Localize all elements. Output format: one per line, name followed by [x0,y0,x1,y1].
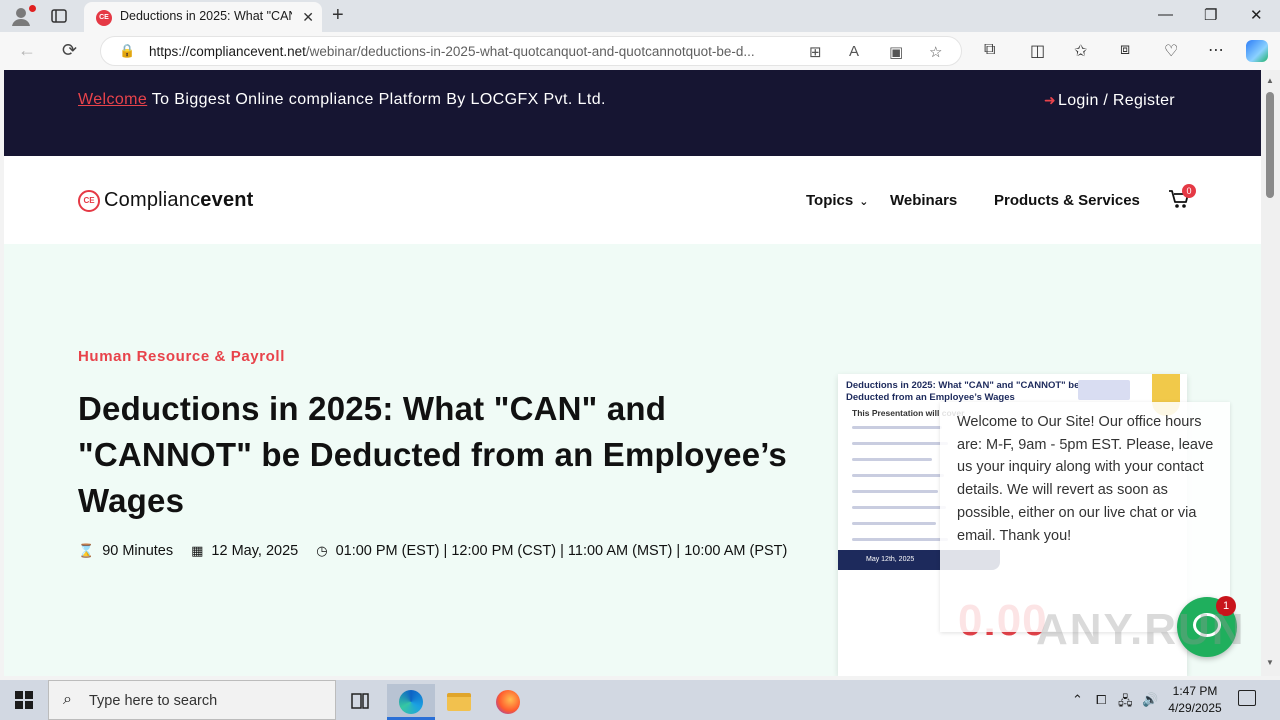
logo-text: Compliancevent [104,189,254,212]
url-text[interactable]: https://compliancevent.net/webinar/deduc… [149,44,799,59]
site-header: CE Compliancevent Topics ⌄ Webinars Produ… [4,156,1261,244]
scroll-down-arrow-icon[interactable]: ▼ [1266,658,1274,667]
webinar-category[interactable]: Human Resource & Payroll [78,348,285,365]
app-available-icon[interactable]: ⊞ [809,43,822,61]
clock-icon: ◷ [316,543,328,558]
promo-bullet-line [852,538,948,541]
provider-badges [1078,380,1130,400]
tab-title: Deductions in 2025: What "CAN" [120,9,292,23]
close-window-button[interactable]: ✕ [1250,6,1263,24]
volume-icon[interactable]: 🔊 [1142,692,1158,708]
scroll-up-arrow-icon[interactable]: ▲ [1266,76,1274,85]
back-arrow-icon[interactable]: ← [18,40,36,61]
folder-icon [447,693,471,711]
hourglass-icon: ⌛ [78,543,95,558]
live-chat-message: Welcome to Our Site! Our office hours ar… [957,414,1214,544]
taskbar-clock[interactable]: 1:47 PM 4/29/2025 [1160,683,1230,717]
promo-bullet-line [852,458,932,461]
calendar-icon: ▦ [191,543,204,558]
device-icon[interactable]: ⧠ [1096,692,1106,708]
time-text: 01:00 PM (EST) | 12:00 PM (CST) | 11:00 … [335,543,788,559]
collections-icon[interactable]: ⧈ [1120,41,1130,59]
time-item: ◷ 01:00 PM (EST) | 12:00 PM (CST) | 11:00… [316,543,787,559]
nav-products-services[interactable]: Products & Services [994,192,1140,209]
welcome-text: To Biggest Online compliance Platform By… [147,91,606,108]
welcome-link[interactable]: Welcome [78,91,147,108]
chevron-down-icon: ⌄ [859,196,869,208]
lock-icon: 🔒 [119,43,136,58]
logo-mark-icon: CE [78,189,100,212]
refresh-icon[interactable]: ⟳ [62,40,77,61]
url-path: /webinar/deductions-in-2025-what-quotcan… [305,44,755,59]
file-explorer-taskbar-icon[interactable] [435,684,483,720]
promo-bullet-line [852,490,938,493]
cart-count-badge: 0 [1182,184,1196,198]
taskbar-search-placeholder: Type here to search [89,693,218,709]
firefox-logo-icon [496,690,520,714]
read-aloud-icon[interactable]: A [849,43,859,60]
scroll-thumb[interactable] [1266,92,1274,198]
profile-icon[interactable] [10,5,36,27]
duration-text: 90 Minutes [102,543,174,559]
url-domain: https://compliancevent.net [149,44,306,59]
date-text: 12 May, 2025 [211,543,299,559]
nav-topics[interactable]: Topics ⌄ [806,192,868,209]
edge-taskbar-icon[interactable] [387,684,435,720]
task-view-icon[interactable] [336,684,384,720]
settings-more-icon[interactable]: ⋯ [1208,40,1224,60]
minimize-button[interactable]: — [1158,6,1173,23]
taskbar-search-box[interactable]: ⌕ Type here to search [48,680,336,720]
extensions-icon[interactable]: ⧉ [984,41,995,59]
promo-bullet-line [852,522,936,525]
welcome-message: Welcome To Biggest Online compliance Pla… [78,86,638,114]
edge-logo-icon [399,690,423,714]
logo-text-light: Complianc [104,189,201,211]
login-register-label: Login / Register [1058,92,1175,109]
announcement-bar: Welcome To Biggest Online compliance Pla… [4,70,1261,156]
login-register-link[interactable]: ➜ Login / Register [1044,86,1175,115]
page-scrollbar[interactable]: ▲ ▼ [1261,70,1280,676]
favorite-star-icon[interactable]: ☆ [929,43,942,61]
live-chat-welcome-popup[interactable]: Welcome to Our Site! Our office hours ar… [940,402,1230,632]
webinar-meta: ⌛ 90 Minutes ▦ 12 May, 2025 ◷ 01:00 PM (EST… [78,543,805,559]
split-screen-icon[interactable]: ◫ [1030,41,1045,61]
browser-tab-bar: CE Deductions in 2025: What "CAN" ✕ + — … [0,0,1280,32]
browser-tab-active[interactable]: CE Deductions in 2025: What "CAN" ✕ [84,2,322,32]
clock-time: 1:47 PM [1172,684,1218,698]
new-tab-button[interactable]: + [332,4,344,27]
immersive-reader-icon[interactable]: ▣ [889,43,903,61]
address-bar[interactable]: 🔒 https://compliancevent.net/webinar/ded… [100,36,962,66]
profile-alert-dot [29,5,36,12]
promo-bullet-line [852,506,946,509]
date-item: ▦ 12 May, 2025 [191,543,298,559]
clock-date: 4/29/2025 [1168,701,1222,715]
favorites-icon[interactable]: ✩ [1074,41,1087,61]
tab-actions-icon[interactable] [50,7,68,25]
browser-essentials-icon[interactable]: ♡ [1164,41,1178,61]
notification-center-icon[interactable] [1238,690,1256,706]
restore-button[interactable]: ❐ [1204,6,1217,24]
nav-webinars[interactable]: Webinars [890,192,957,209]
windows-taskbar: ⌕ Type here to search ⌃ ⧠ 🖧 🔊 1:47 PM 4/… [0,680,1280,720]
sign-in-icon: ➜ [1044,92,1057,108]
promo-bullet-line [852,442,948,445]
promo-bullet-line [852,426,942,429]
site-logo[interactable]: CE Compliancevent [78,189,254,212]
nav-topics-label: Topics [806,192,854,209]
anyrun-watermark: ANY.RUN [1036,605,1246,654]
start-windows-icon[interactable] [15,691,33,709]
copilot-icon[interactable] [1246,40,1268,62]
network-icon[interactable]: 🖧 [1118,692,1133,714]
duration-item: ⌛ 90 Minutes [78,543,173,559]
firefox-taskbar-icon[interactable] [484,684,532,720]
show-hidden-icons-chevron-icon[interactable]: ⌃ [1072,692,1083,708]
tab-close-icon[interactable]: ✕ [302,9,314,26]
webinar-title: Deductions in 2025: What "CAN" and "CANN… [78,390,787,519]
promo-title: Deductions in 2025: What "CAN" and "CANN… [846,380,1080,403]
promo-bullet-line [852,474,944,477]
search-icon: ⌕ [63,691,72,708]
browser-toolbar: ← ⟳ 🔒 https://compliancevent.net/webinar… [0,32,1280,70]
logo-text-bold: event [200,189,254,211]
site-favicon-icon: CE [96,10,112,26]
